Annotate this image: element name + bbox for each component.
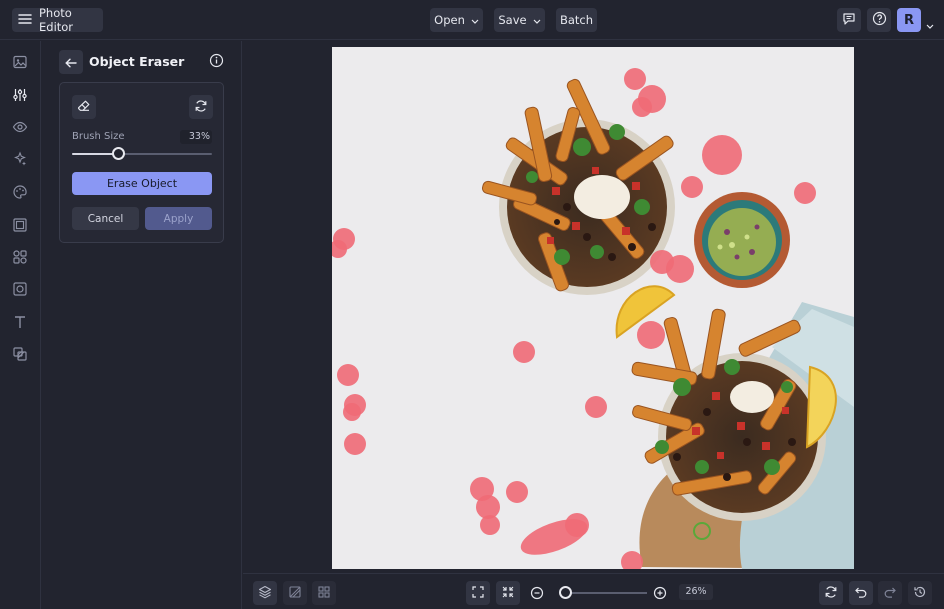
texture-icon[interactable] bbox=[10, 344, 30, 364]
feedback-icon bbox=[842, 11, 856, 30]
adjust-icon[interactable] bbox=[10, 85, 30, 105]
image-icon[interactable] bbox=[10, 52, 30, 72]
tool-rail bbox=[0, 41, 41, 609]
arrow-left-icon bbox=[65, 53, 77, 72]
cancel-button[interactable]: Cancel bbox=[72, 207, 139, 230]
border-icon[interactable] bbox=[10, 279, 30, 299]
top-bar: Photo Editor Open Save Batch R bbox=[0, 0, 944, 40]
crop-icon bbox=[288, 584, 302, 603]
app-title: Photo Editor bbox=[39, 6, 74, 34]
grid-icon bbox=[317, 584, 331, 603]
reset-button[interactable] bbox=[189, 95, 213, 119]
zoom-value[interactable]: 26% bbox=[679, 584, 713, 600]
bottom-toolbar: 26% bbox=[243, 573, 944, 609]
feedback-button[interactable] bbox=[837, 8, 861, 32]
rotate-icon bbox=[824, 584, 838, 603]
fit-screen-button[interactable] bbox=[466, 581, 490, 605]
photo-canvas[interactable] bbox=[332, 47, 854, 569]
chevron-down-icon bbox=[533, 13, 541, 27]
back-button[interactable] bbox=[59, 50, 83, 74]
chevron-down-icon bbox=[471, 13, 479, 27]
brush-size-thumb[interactable] bbox=[111, 147, 125, 160]
history-icon bbox=[913, 584, 927, 603]
layers-icon bbox=[258, 584, 272, 603]
crop-button[interactable] bbox=[283, 581, 307, 605]
info-icon[interactable] bbox=[209, 53, 224, 72]
help-icon bbox=[872, 11, 887, 30]
layers-button[interactable] bbox=[253, 581, 277, 605]
undo-icon bbox=[854, 584, 868, 603]
text-icon[interactable] bbox=[10, 312, 30, 332]
actual-size-icon bbox=[501, 584, 515, 603]
menu-icon bbox=[18, 13, 32, 28]
shapes-icon[interactable] bbox=[10, 247, 30, 267]
eraser-settings-card: Brush Size 33% Erase Object Cancel Apply bbox=[59, 82, 224, 243]
food-photo bbox=[332, 47, 854, 569]
brush-size-label: Brush Size bbox=[72, 131, 125, 142]
open-button[interactable]: Open bbox=[430, 8, 483, 32]
apply-button[interactable]: Apply bbox=[145, 207, 212, 230]
history-button[interactable] bbox=[908, 581, 932, 605]
canvas-workspace bbox=[243, 41, 944, 573]
fit-screen-icon bbox=[471, 584, 485, 603]
grid-button[interactable] bbox=[312, 581, 336, 605]
brush-size-slider[interactable] bbox=[72, 147, 212, 160]
refresh-icon bbox=[194, 98, 208, 117]
zoom-slider[interactable] bbox=[558, 586, 647, 599]
save-label: Save bbox=[498, 13, 527, 27]
brush-size-value[interactable]: 33% bbox=[180, 130, 212, 144]
frame-icon[interactable] bbox=[10, 215, 30, 235]
rotate-button[interactable] bbox=[819, 581, 843, 605]
redo-icon bbox=[883, 584, 897, 603]
batch-button[interactable]: Batch bbox=[556, 8, 597, 32]
zoom-slider-thumb[interactable] bbox=[558, 586, 572, 599]
save-button[interactable]: Save bbox=[494, 8, 545, 32]
panel-title: Object Eraser bbox=[89, 54, 185, 69]
palette-icon[interactable] bbox=[10, 182, 30, 202]
zoom-out-icon[interactable] bbox=[530, 585, 544, 604]
erase-object-button[interactable]: Erase Object bbox=[72, 172, 212, 195]
chevron-down-icon[interactable] bbox=[926, 14, 934, 33]
effects-icon[interactable] bbox=[10, 149, 30, 169]
batch-label: Batch bbox=[559, 13, 594, 27]
help-button[interactable] bbox=[867, 8, 891, 32]
main-menu-button[interactable]: Photo Editor bbox=[12, 6, 103, 34]
user-avatar[interactable]: R bbox=[897, 8, 921, 32]
eraser-icon bbox=[77, 98, 91, 117]
redo-button[interactable] bbox=[878, 581, 902, 605]
undo-button[interactable] bbox=[849, 581, 873, 605]
actual-size-button[interactable] bbox=[496, 581, 520, 605]
object-eraser-panel: Object Eraser Brush Size 33% Erase Objec… bbox=[42, 41, 242, 609]
eye-icon[interactable] bbox=[10, 117, 30, 137]
open-label: Open bbox=[434, 13, 465, 27]
zoom-in-icon[interactable] bbox=[653, 585, 667, 604]
eraser-tool-button[interactable] bbox=[72, 95, 96, 119]
